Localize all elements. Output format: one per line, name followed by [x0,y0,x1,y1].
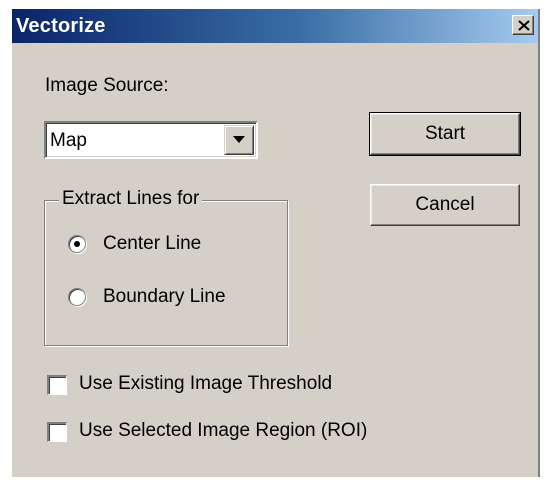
center-line-radio[interactable] [68,235,86,253]
chevron-down-icon [233,136,245,143]
center-line-label[interactable]: Center Line [103,233,201,255]
title-bar[interactable]: Vectorize [12,9,538,43]
boundary-line-radio[interactable] [68,288,86,306]
use-existing-threshold-label[interactable]: Use Existing Image Threshold [79,373,332,395]
dropdown-arrow-button[interactable] [224,125,254,155]
close-button[interactable] [512,15,534,35]
use-existing-threshold-checkbox[interactable] [47,375,67,395]
cancel-button[interactable]: Cancel [370,184,520,226]
image-source-dropdown[interactable]: Map [44,121,258,159]
use-selected-region-label[interactable]: Use Selected Image Region (ROI) [79,420,367,442]
radio-selected-dot [74,241,80,247]
window-title: Vectorize [16,15,106,37]
boundary-line-label[interactable]: Boundary Line [103,286,226,308]
close-icon [518,20,530,31]
vectorize-dialog: Vectorize Image Source: Map Start Cancel… [12,9,540,477]
use-selected-region-checkbox[interactable] [47,422,67,442]
image-source-value: Map [50,130,87,151]
start-button[interactable]: Start [369,112,521,156]
image-source-label: Image Source: [45,75,169,96]
extract-lines-group: Extract Lines for [44,188,288,346]
extract-lines-group-label: Extract Lines for [59,188,203,210]
